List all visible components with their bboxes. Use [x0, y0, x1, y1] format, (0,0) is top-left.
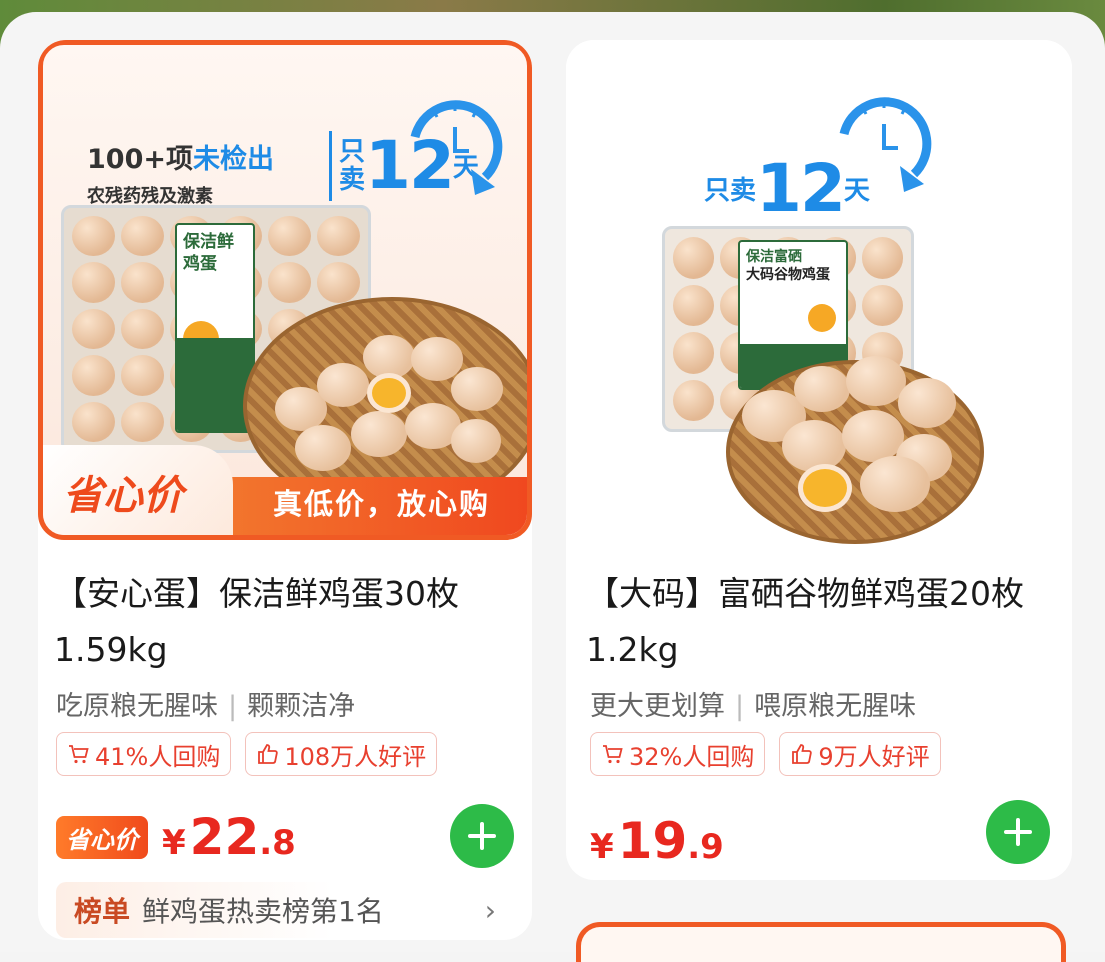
price: 22	[189, 808, 260, 866]
price-row: ¥ 19 .9	[590, 812, 724, 870]
product-title[interactable]: 【大码】富硒谷物鲜鸡蛋20枚 1.2kg	[586, 566, 1066, 678]
chevron-right-icon: ›	[484, 893, 496, 927]
egg-pile	[738, 350, 968, 512]
clock-icon	[410, 100, 503, 195]
thumbs-up-icon	[792, 744, 813, 764]
ranking-bar[interactable]: 榜单 鲜鸡蛋热卖榜第1名 ›	[56, 882, 516, 938]
repurchase-badge: 41%人回购	[56, 732, 232, 776]
next-product-card[interactable]	[576, 922, 1066, 962]
cart-icon	[69, 745, 89, 764]
stat-badges: 41%人回购 108万人好评	[56, 732, 438, 776]
product-image-2[interactable]: 只卖12天 保洁富硒 大码谷物鸡蛋	[566, 40, 1072, 544]
product-card-1[interactable]: 100+项未检出 农残药残及激素 只卖12天 保洁鲜鸡蛋 省心价 真低价，放心购…	[38, 40, 532, 940]
plus-icon	[468, 822, 496, 850]
product-features: 吃原粮无腥味 | 颗颗洁净	[56, 691, 356, 722]
promo-text: 100+项未检出 农残药残及激素	[87, 144, 274, 207]
product-image-1[interactable]: 100+项未检出 农残药残及激素 只卖12天 保洁鲜鸡蛋 省心价 真低价，放心购	[38, 40, 532, 540]
product-title[interactable]: 【安心蛋】保洁鲜鸡蛋30枚 1.59kg	[54, 566, 532, 678]
reviews-badge: 108万人好评	[245, 732, 438, 776]
cart-icon	[603, 745, 623, 764]
add-to-cart-button[interactable]	[986, 800, 1050, 864]
price-row: 省心价 ¥ 22 .8	[56, 808, 296, 866]
price-tag: 省心价	[56, 816, 148, 859]
repurchase-badge: 32%人回购	[590, 732, 766, 776]
price: 19	[617, 812, 688, 870]
clock-icon	[839, 97, 932, 192]
product-features: 更大更划算 | 喂原粮无腥味	[590, 691, 917, 722]
promo-banner: 省心价 真低价，放心购	[43, 445, 527, 535]
product-card-2[interactable]: 只卖12天 保洁富硒 大码谷物鸡蛋 【大码】富硒谷物鲜鸡蛋20枚 1.2kg 更…	[566, 40, 1072, 880]
product-grid: 100+项未检出 农残药残及激素 只卖12天 保洁鲜鸡蛋 省心价 真低价，放心购…	[0, 12, 1105, 962]
plus-icon	[1004, 818, 1032, 846]
reviews-badge: 9万人好评	[779, 732, 941, 776]
stat-badges: 32%人回购 9万人好评	[590, 732, 941, 776]
promo-divider	[329, 131, 332, 201]
thumbs-up-icon	[258, 744, 279, 764]
add-to-cart-button[interactable]	[450, 804, 514, 868]
